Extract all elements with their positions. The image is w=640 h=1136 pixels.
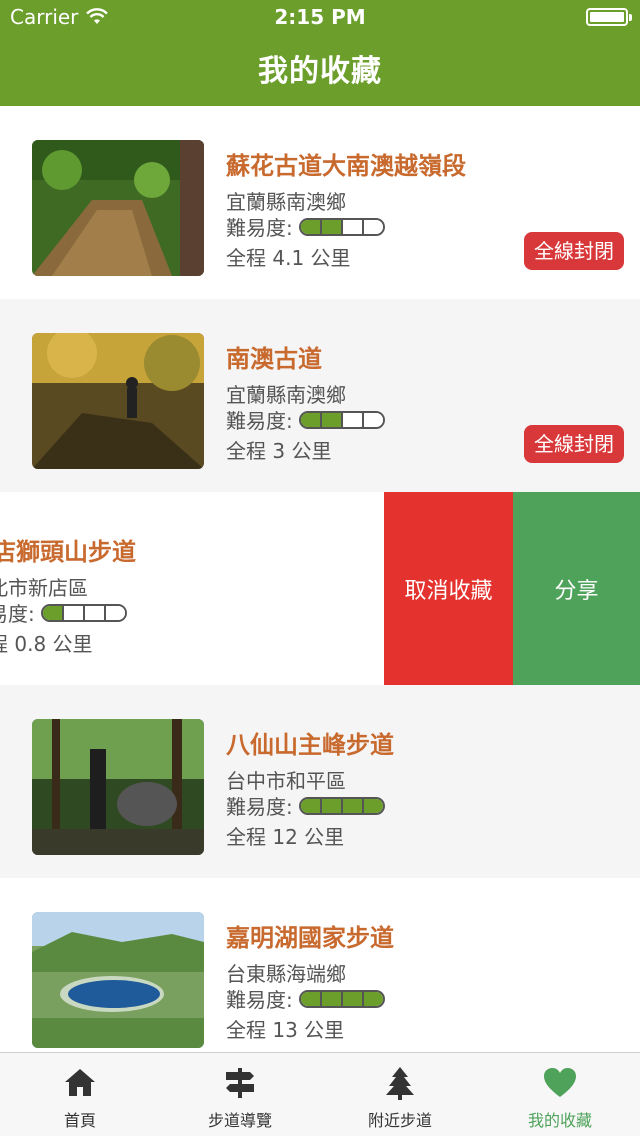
status-time: 2:15 PM — [274, 5, 366, 29]
trail-thumbnail — [32, 333, 204, 469]
trail-location: 新北市新店區 — [0, 576, 88, 600]
trail-row[interactable]: 南澳古道 宜蘭縣南澳鄉 難易度: 全程 3 公里 全線封閉 — [0, 299, 640, 492]
difficulty-row: 難易度: — [226, 212, 385, 241]
status-badge: 全線封閉 — [524, 232, 624, 270]
trail-row-swiped[interactable]: 新店獅頭山步道 新北市新店區 難易度: 全程 0.8 公里 取消收藏 分享 — [0, 492, 640, 685]
trail-location: 台中市和平區 — [226, 769, 346, 793]
difficulty-row: 難易度: — [226, 984, 385, 1013]
page-title: 我的收藏 — [258, 54, 382, 89]
difficulty-bar — [298, 410, 385, 429]
tab-favorites[interactable]: 我的收藏 — [480, 1053, 640, 1136]
difficulty-label: 難易度: — [226, 795, 293, 819]
trail-row[interactable]: 蘇花古道大南澳越嶺段 宜蘭縣南澳鄉 難易度: 全程 4.1 公里 全線封閉 — [0, 106, 640, 299]
difficulty-bar — [298, 217, 385, 236]
unfavorite-button[interactable]: 取消收藏 — [384, 492, 513, 685]
tab-label: 附近步道 — [367, 1111, 432, 1130]
trail-name: 南澳古道 — [226, 345, 322, 373]
tab-trail-guide[interactable]: 步道導覽 — [160, 1053, 320, 1136]
trail-row[interactable]: 八仙山主峰步道 台中市和平區 難易度: 全程 12 公里 — [0, 685, 640, 878]
trail-name: 新店獅頭山步道 — [0, 538, 136, 566]
battery-icon — [586, 8, 632, 26]
signpost-icon — [226, 1068, 254, 1098]
tree-icon — [386, 1067, 414, 1100]
trail-distance: 全程 13 公里 — [226, 1018, 345, 1042]
tab-label: 步道導覽 — [207, 1111, 272, 1130]
tab-nearby[interactable]: 附近步道 — [320, 1053, 480, 1136]
difficulty-label: 難易度: — [226, 409, 293, 433]
difficulty-label: 難易度: — [226, 988, 293, 1012]
share-button[interactable]: 分享 — [513, 492, 640, 685]
tab-label: 首頁 — [63, 1111, 96, 1130]
trail-thumbnail — [32, 912, 204, 1048]
trail-distance: 全程 4.1 公里 — [226, 246, 351, 270]
favorites-list: 蘇花古道大南澳越嶺段 宜蘭縣南澳鄉 難易度: 全程 4.1 公里 全線封閉 南澳… — [0, 106, 640, 1052]
trail-location: 台東縣海端鄉 — [226, 962, 346, 986]
trail-name: 蘇花古道大南澳越嶺段 — [226, 152, 466, 180]
difficulty-bar — [298, 989, 385, 1008]
tab-bar: 首頁 步道導覽 附近步道 我的收藏 — [0, 1052, 640, 1136]
home-icon — [65, 1069, 95, 1096]
trail-thumbnail — [32, 140, 204, 276]
difficulty-row: 難易度: — [226, 405, 385, 434]
difficulty-label: 難易度: — [0, 602, 35, 626]
difficulty-bar — [298, 796, 385, 815]
difficulty-label: 難易度: — [226, 216, 293, 240]
heart-icon — [544, 1068, 576, 1097]
status-badge: 全線封閉 — [524, 425, 624, 463]
trail-distance: 全程 12 公里 — [226, 825, 345, 849]
trail-row[interactable]: 嘉明湖國家步道 台東縣海端鄉 難易度: 全程 13 公里 — [0, 878, 640, 1052]
tab-label: 我的收藏 — [527, 1111, 592, 1130]
trail-distance: 全程 0.8 公里 — [0, 632, 93, 656]
trail-location: 宜蘭縣南澳鄉 — [226, 383, 346, 407]
tab-home[interactable]: 首頁 — [0, 1053, 160, 1136]
difficulty-bar — [40, 603, 127, 622]
difficulty-row: 難易度: — [0, 598, 127, 627]
trail-location: 宜蘭縣南澳鄉 — [226, 190, 346, 214]
difficulty-row: 難易度: — [226, 791, 385, 820]
status-bar: Carrier 2:15 PM — [0, 0, 640, 34]
trail-name: 八仙山主峰步道 — [226, 731, 394, 759]
navigation-header: Carrier 2:15 PM 我的收藏 — [0, 0, 640, 106]
trail-distance: 全程 3 公里 — [226, 439, 332, 463]
trail-name: 嘉明湖國家步道 — [226, 924, 394, 952]
trail-thumbnail — [32, 719, 204, 855]
